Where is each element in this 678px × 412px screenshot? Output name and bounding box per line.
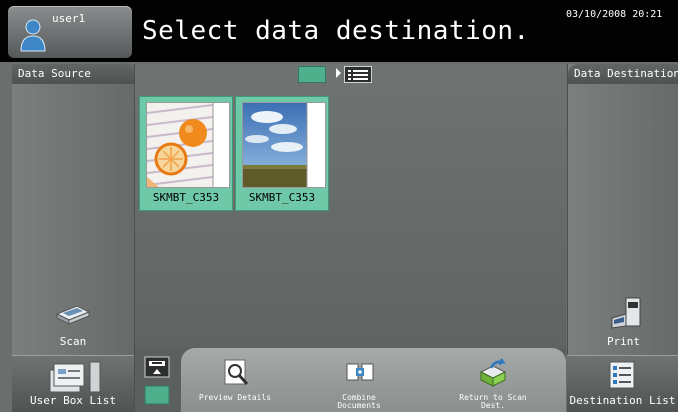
scan-button[interactable]: Scan — [12, 300, 134, 350]
arrow-right-icon — [336, 68, 341, 78]
user-button[interactable]: user1 — [8, 6, 132, 58]
data-source-title: Data Source — [12, 64, 134, 84]
top-bar: user1 Select data destination. 03/10/200… — [0, 0, 678, 62]
combine-documents-label: Combine Documents — [337, 393, 381, 410]
data-destination-title: Data Destination — [568, 64, 678, 84]
file-item[interactable]: SKMBT_C353 — [139, 96, 233, 211]
file-area: SKMBT_C353 SKMBT_C353 — [135, 64, 566, 348]
user-name: user1 — [52, 12, 86, 25]
destination-list-label: Destination List — [569, 394, 676, 407]
preview-details-label: Preview Details — [198, 393, 272, 402]
combine-documents-icon — [346, 363, 374, 381]
datetime: 03/10/2008 20:21 — [566, 9, 663, 20]
user-box-list-button[interactable]: User Box List — [12, 355, 134, 412]
return-to-scan-dest-button[interactable]: Return to Scan Dest. — [453, 358, 533, 412]
user-icon — [20, 19, 46, 52]
panel-toggle-icon — [144, 356, 170, 405]
destination-list-button[interactable]: Destination List — [567, 355, 678, 412]
file-name: SKMBT_C353 — [152, 191, 220, 204]
function-bar: Preview Details Combine Documents Return… — [135, 348, 566, 412]
list-view-icon[interactable] — [344, 66, 372, 83]
page-title: Select data destination. — [142, 16, 530, 46]
thumbnail-view-icon[interactable] — [298, 66, 326, 83]
return-arrow-icon — [479, 358, 507, 387]
file-name: SKMBT_C353 — [248, 191, 316, 204]
return-to-scan-dest-label: Return to Scan Dest. — [459, 393, 527, 410]
magnifier-icon — [224, 359, 249, 385]
orange-photo-icon — [147, 103, 229, 187]
scanner-icon — [55, 305, 91, 325]
destination-list-icon — [609, 361, 635, 389]
view-toggle — [298, 66, 378, 83]
printer-icon — [611, 297, 641, 329]
panel-toggle[interactable] — [144, 356, 170, 406]
scan-label: Scan — [59, 335, 87, 348]
file-item[interactable]: SKMBT_C353 — [235, 96, 329, 211]
function-tray: Preview Details Combine Documents Return… — [181, 348, 566, 412]
screen: user1 Select data destination. 03/10/200… — [0, 0, 678, 412]
print-label: Print — [606, 335, 641, 348]
user-box-list-icon — [49, 361, 101, 393]
preview-details-button[interactable]: Preview Details — [195, 358, 275, 412]
sky-field-photo-icon — [243, 103, 325, 187]
combine-documents-button[interactable]: Combine Documents — [319, 358, 399, 412]
orange-thumbnail — [146, 102, 230, 188]
user-box-list-label: User Box List — [29, 394, 117, 407]
print-button[interactable]: Print — [568, 297, 678, 350]
sky-field-thumbnail — [242, 102, 326, 188]
